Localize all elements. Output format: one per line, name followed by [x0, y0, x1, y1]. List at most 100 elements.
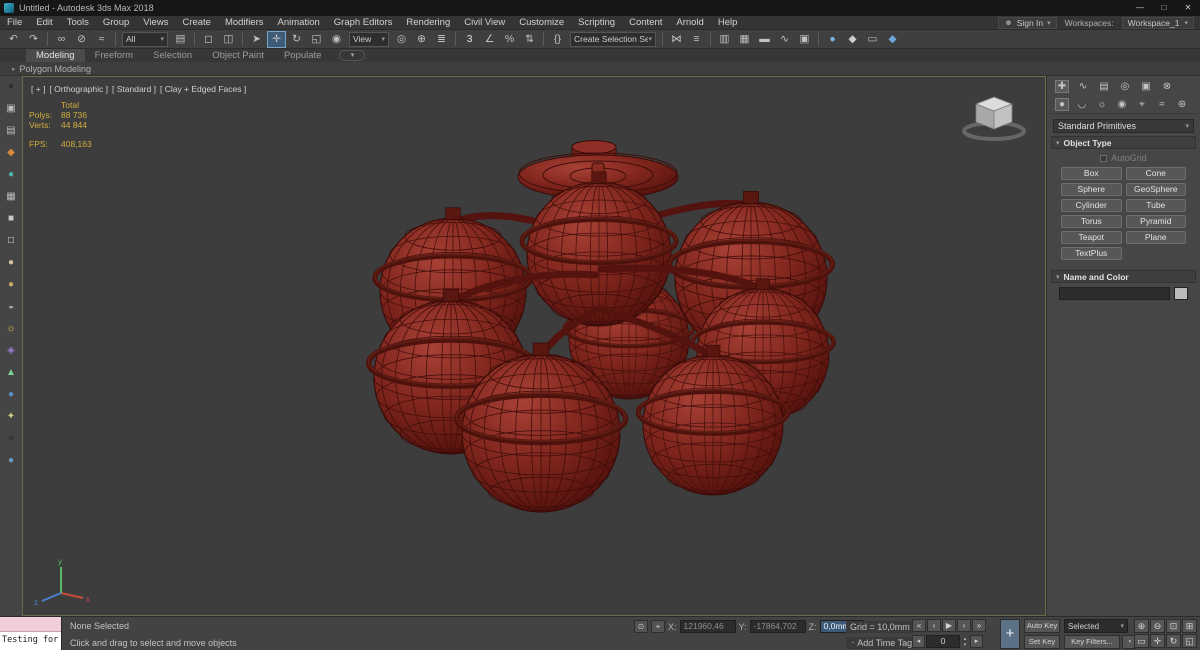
menu-views[interactable]: Views	[136, 17, 175, 28]
set-key-button[interactable]: Set Key	[1024, 635, 1060, 649]
go-to-start-icon[interactable]: «	[912, 619, 926, 632]
ribbon-panel-collapsed[interactable]: ▸ Polygon Modeling	[0, 62, 1200, 76]
dock-icon-8[interactable]: □	[4, 233, 19, 248]
maximize-button[interactable]: □	[1152, 0, 1176, 16]
sign-in-button[interactable]: ☻ Sign In ▾	[998, 16, 1057, 29]
hierarchy-tab-icon[interactable]: ▤	[1097, 80, 1111, 93]
select-and-move-icon[interactable]: ✛	[267, 30, 286, 48]
zoom-extents-icon[interactable]: ⊡	[1166, 619, 1181, 633]
select-and-manipulate-icon[interactable]: ⊕	[412, 31, 431, 48]
keyboard-override-icon[interactable]: ≣	[432, 31, 451, 48]
zoom-icon[interactable]: ⊕	[1134, 619, 1149, 633]
primitive-button-torus[interactable]: Torus	[1061, 215, 1122, 228]
rendered-frame-icon[interactable]: ▭	[863, 31, 882, 48]
select-and-rotate-icon[interactable]: ↻	[287, 31, 306, 48]
auto-key-button[interactable]: Auto Key	[1024, 619, 1060, 633]
space-warps-icon[interactable]: ≈	[1155, 98, 1169, 111]
next-frame-icon[interactable]: ›	[957, 619, 971, 632]
listener-script-row[interactable]: Testing for i	[0, 632, 61, 650]
dock-icon-17[interactable]: ■	[4, 431, 19, 446]
key-filters-button[interactable]: Key Filters...	[1064, 635, 1120, 649]
dock-icon-6[interactable]: ▦	[4, 189, 19, 204]
autogrid-checkbox[interactable]: AutoGrid	[1051, 153, 1196, 163]
zoom-all-icon[interactable]: ⊖	[1150, 619, 1165, 633]
dock-icon-5[interactable]: ●	[4, 167, 19, 182]
orbit-icon[interactable]: ↻	[1166, 634, 1181, 648]
bind-to-space-warp-icon[interactable]: ≈	[92, 31, 111, 48]
viewport[interactable]: [ + ] [ Orthographic ] [ Standard ] [ Cl…	[22, 76, 1046, 616]
viewport-pov-menu[interactable]: [ Orthographic ]	[49, 84, 108, 94]
dock-icon-15[interactable]: ●	[4, 387, 19, 402]
undo-icon[interactable]: ↶	[4, 31, 23, 48]
dock-icon-3[interactable]: ▤	[4, 123, 19, 138]
selection-lock-icon[interactable]: ⊙	[634, 620, 648, 633]
viewport-shading-menu[interactable]: [ Clay + Edged Faces ]	[160, 84, 246, 94]
close-button[interactable]: ✕	[1176, 0, 1200, 16]
absolute-mode-icon[interactable]: ⌖	[651, 620, 665, 633]
render-setup-icon[interactable]: ◆	[843, 31, 862, 48]
material-editor-icon[interactable]: ●	[823, 31, 842, 48]
use-pivot-point-icon[interactable]: ◎	[392, 31, 411, 48]
menu-tools[interactable]: Tools	[60, 17, 96, 28]
named-selection-sets-icon[interactable]: {}	[548, 31, 567, 48]
helpers-icon[interactable]: ⌖	[1135, 98, 1149, 111]
ribbon-tab-modeling[interactable]: Modeling	[26, 49, 85, 62]
select-and-link-icon[interactable]: ∞	[52, 31, 71, 48]
lights-icon[interactable]: ☼	[1095, 98, 1109, 111]
viewport-standard-menu[interactable]: [ Standard ]	[112, 84, 156, 94]
menu-help[interactable]: Help	[711, 17, 745, 28]
menu-content[interactable]: Content	[622, 17, 669, 28]
listener-macro-row[interactable]	[0, 617, 61, 632]
utilities-tab-icon[interactable]: ⊗	[1160, 80, 1174, 93]
menu-scripting[interactable]: Scripting	[571, 17, 622, 28]
object-color-swatch[interactable]	[1174, 287, 1188, 300]
display-tab-icon[interactable]: ▣	[1139, 80, 1153, 93]
rectangular-selection-region-icon[interactable]: ◻	[199, 31, 218, 48]
x-coordinate-field[interactable]: 121960,46	[679, 620, 736, 633]
schematic-view-icon[interactable]: ▣	[795, 31, 814, 48]
toggle-scene-explorer-icon[interactable]: ▥	[715, 31, 734, 48]
zoom-extents-all-icon[interactable]: ⊞	[1182, 619, 1197, 633]
add-time-tag[interactable]: ◔ Add Time Tag	[846, 637, 917, 649]
menu-edit[interactable]: Edit	[29, 17, 59, 28]
previous-frame-icon[interactable]: ‹	[927, 619, 941, 632]
menu-civil-view[interactable]: Civil View	[457, 17, 512, 28]
viewport-general-menu[interactable]: [ + ]	[31, 84, 45, 94]
menu-file[interactable]: File	[0, 17, 29, 28]
menu-modifiers[interactable]: Modifiers	[218, 17, 271, 28]
ribbon-tab-object-paint[interactable]: Object Paint	[202, 49, 274, 62]
ribbon-tab-selection[interactable]: Selection	[143, 49, 202, 62]
object-name-field[interactable]	[1059, 287, 1170, 300]
go-to-end-icon[interactable]: »	[972, 619, 986, 632]
zoom-region-icon[interactable]: ▭	[1134, 634, 1149, 648]
selection-filter-dropdown[interactable]: All ▾	[122, 31, 168, 47]
dock-icon-14[interactable]: ▲	[4, 365, 19, 380]
y-coordinate-field[interactable]: -17864,702	[749, 620, 806, 633]
name-color-rollout-header[interactable]: ▾ Name and Color	[1051, 270, 1196, 283]
play-icon[interactable]: ▶	[942, 619, 956, 632]
dock-icon-7[interactable]: ■	[4, 211, 19, 226]
motion-tab-icon[interactable]: ◎	[1118, 80, 1132, 93]
dock-icon-18[interactable]: ●	[4, 453, 19, 468]
systems-icon[interactable]: ⊛	[1175, 98, 1189, 111]
dock-icon-9[interactable]: ●	[4, 255, 19, 270]
menu-graph-editors[interactable]: Graph Editors	[327, 17, 400, 28]
ribbon-display-toggle[interactable]: ▾	[339, 50, 366, 61]
primitive-button-geosphere[interactable]: GeoSphere	[1125, 183, 1186, 196]
primitive-button-textplus[interactable]: TextPlus	[1061, 247, 1122, 260]
angle-snap-icon[interactable]: ∠	[480, 31, 499, 48]
redo-icon[interactable]: ↷	[24, 31, 43, 48]
ribbon-tab-freeform[interactable]: Freeform	[85, 49, 144, 62]
primitive-button-plane[interactable]: Plane	[1125, 231, 1186, 244]
primitive-button-box[interactable]: Box	[1061, 167, 1122, 180]
dock-icon-13[interactable]: ◈	[4, 343, 19, 358]
chandelier-model[interactable]	[23, 77, 1045, 615]
viewcube[interactable]	[959, 89, 1029, 147]
menu-customize[interactable]: Customize	[512, 17, 571, 28]
dock-icon-11[interactable]: ◒	[4, 299, 19, 314]
dock-icon-16[interactable]: ✦	[4, 409, 19, 424]
select-object-icon[interactable]: ➤	[247, 31, 266, 48]
primitive-button-cylinder[interactable]: Cylinder	[1061, 199, 1122, 212]
primitive-button-pyramid[interactable]: Pyramid	[1125, 215, 1186, 228]
percent-snap-icon[interactable]: %	[500, 31, 519, 48]
